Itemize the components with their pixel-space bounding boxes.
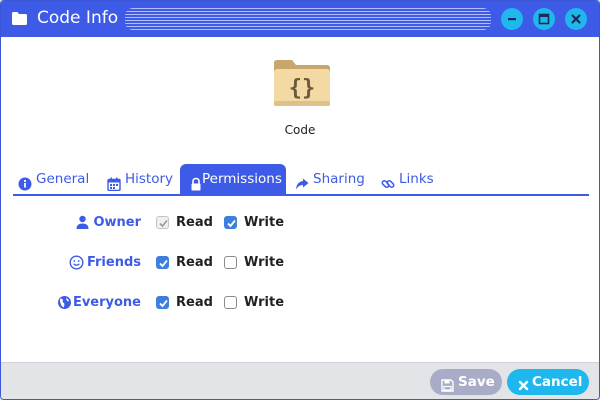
svg-text:{}: {} [289, 76, 316, 101]
folder-code-icon: {} [272, 57, 332, 109]
write-label: Write [244, 215, 285, 230]
user-icon [75, 215, 90, 230]
window-title: Code Info [37, 8, 119, 28]
tab-sharing[interactable]: Sharing [295, 164, 367, 195]
tab-label: Permissions [202, 171, 282, 187]
folder-icon [11, 11, 28, 26]
tab-underline [13, 194, 589, 196]
tab-label: Links [399, 171, 434, 187]
tab-label: History [125, 171, 174, 187]
calendar-icon [107, 172, 121, 192]
minimize-button[interactable] [501, 8, 523, 30]
save-button[interactable]: Save [430, 369, 502, 395]
maximize-icon [538, 13, 550, 25]
globe-icon [57, 295, 72, 310]
maximize-button[interactable] [533, 8, 555, 30]
role-label: Friends [86, 255, 141, 270]
file-name: Code [284, 123, 316, 137]
read-label: Read [176, 255, 213, 270]
tab-label: Sharing [313, 171, 365, 187]
tab-links[interactable]: Links [381, 164, 441, 195]
share-arrow-icon [295, 172, 309, 190]
read-label: Read [176, 295, 213, 310]
info-circle-icon [18, 172, 32, 191]
floppy-disk-icon [441, 375, 454, 392]
write-checkbox-friends[interactable] [224, 256, 237, 269]
permission-row-friends: Friends Read Write [1, 252, 599, 274]
permission-row-everyone: Everyone Read Write [1, 292, 599, 314]
cancel-label: Cancel [532, 374, 583, 390]
dialog-footer: Save Cancel [1, 362, 599, 399]
tab-history[interactable]: History [107, 164, 179, 195]
close-icon [571, 14, 581, 24]
write-checkbox-everyone[interactable] [224, 296, 237, 309]
read-checkbox-owner [156, 216, 169, 229]
role-label: Owner [93, 215, 141, 230]
title-bar[interactable]: Code Info [1, 1, 599, 37]
save-label: Save [458, 374, 495, 390]
link-icon [381, 172, 395, 189]
tab-general[interactable]: General [18, 164, 94, 195]
read-checkbox-friends[interactable] [156, 256, 169, 269]
minimize-icon [508, 18, 516, 21]
tab-label: General [36, 171, 90, 187]
write-label: Write [244, 295, 285, 310]
permission-row-owner: Owner Read Write [1, 212, 599, 234]
write-checkbox-owner[interactable] [224, 216, 237, 229]
drag-handle[interactable] [125, 8, 491, 30]
tab-bar: General History Permissions Sharing Link… [13, 164, 588, 196]
read-checkbox-everyone[interactable] [156, 296, 169, 309]
role-label: Everyone [72, 295, 141, 310]
dialog-window: Code Info {} Code General History Permis… [0, 0, 600, 400]
lock-icon [189, 172, 203, 191]
close-button[interactable] [565, 8, 587, 30]
read-label: Read [176, 215, 213, 230]
write-label: Write [244, 255, 285, 270]
smile-icon [69, 255, 84, 270]
x-icon [517, 375, 530, 391]
tab-permissions[interactable]: Permissions [180, 164, 286, 196]
cancel-button[interactable]: Cancel [507, 369, 589, 395]
